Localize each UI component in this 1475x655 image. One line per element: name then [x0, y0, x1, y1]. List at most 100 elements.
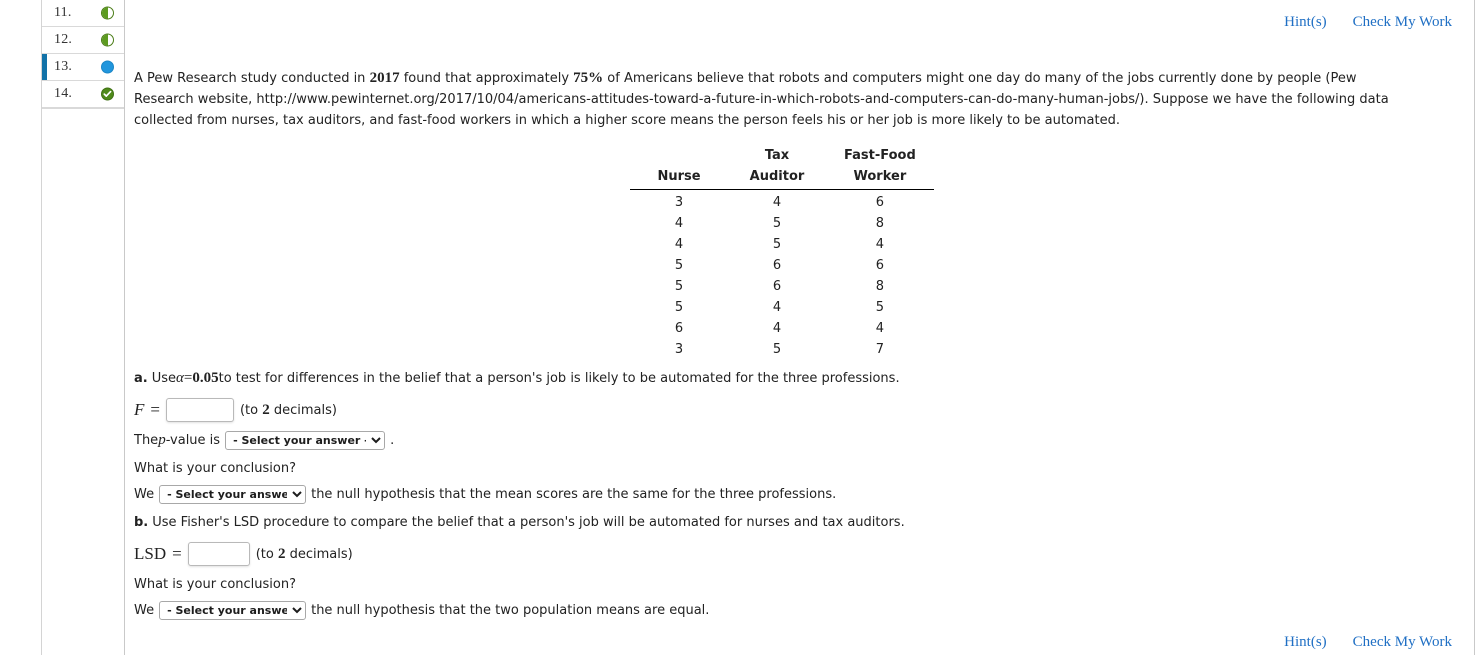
- hints-link-top[interactable]: Hint(s): [1284, 14, 1327, 31]
- question-number-label: 13.: [54, 59, 73, 74]
- conclusion-we-label: We: [134, 487, 155, 502]
- part-b-conclusion-select[interactable]: - Select your answer -: [159, 601, 307, 620]
- f-statistic-input[interactable]: [165, 398, 234, 422]
- current-question-icon: [101, 60, 114, 74]
- f-symbol-label: F: [134, 400, 145, 419]
- intro-text-2: found that approximately: [399, 71, 574, 86]
- cell-tax-auditor: 4: [772, 321, 782, 336]
- f-equals-sign: =: [150, 400, 160, 419]
- p-value-period: .: [390, 433, 395, 448]
- cell-nurse: 3: [674, 342, 684, 357]
- p-value-prefix: The: [134, 433, 159, 448]
- header-line-2: Worker: [853, 169, 907, 184]
- assignment-page: 11. 12. 13. 14. Hint(s) Check My Work A …: [0, 0, 1475, 655]
- lsd-decimals-note: (to 2 decimals): [256, 546, 353, 563]
- part-b-label: b.: [134, 515, 149, 530]
- complete-check-icon: [101, 87, 114, 101]
- toolbar-top: Hint(s) Check My Work: [1284, 14, 1452, 31]
- part-a-conclusion-row: We - Select your answer - the null hypot…: [134, 485, 1406, 504]
- header-line-2: Nurse: [657, 169, 701, 184]
- lsd-symbol-label: LSD: [134, 544, 167, 563]
- check-my-work-link-top[interactable]: Check My Work: [1353, 14, 1452, 31]
- cell-fast-food-worker: 6: [875, 195, 885, 210]
- cell-tax-auditor: 6: [772, 258, 782, 273]
- cell-tax-auditor: 6: [772, 279, 782, 294]
- alpha-symbol: α: [176, 370, 184, 386]
- conclusion-we-label: We: [134, 603, 155, 618]
- f-note-start: (to: [239, 402, 263, 418]
- header-line-1: Fast-Food: [844, 148, 916, 163]
- p-value-label: -value is: [165, 433, 221, 448]
- header-line-2: Auditor: [749, 169, 805, 184]
- f-statistic-row: F = (to 2 decimals): [134, 398, 1406, 422]
- cell-nurse: 4: [674, 216, 684, 231]
- problem-statement: A Pew Research study conducted in 2017 f…: [134, 68, 1406, 131]
- cell-tax-auditor: 5: [772, 216, 782, 231]
- lsd-row: LSD = (to 2 decimals): [134, 542, 1406, 566]
- intro-text-1: A Pew Research study conducted in: [134, 71, 370, 86]
- part-a-conclusion-text: the null hypothesis that the mean scores…: [311, 487, 837, 502]
- part-b-conclusion-row: We - Select your answer - the null hypot…: [134, 601, 1406, 620]
- table-body: 3 4 6 4 5 8 4 5 4 5 6 6 5 6 8 5 4 5 6 4 …: [630, 190, 934, 361]
- part-a-label: a.: [134, 371, 148, 386]
- table-row: 5 6 8: [630, 276, 934, 297]
- part-b-text: Use Fisher's LSD procedure to compare th…: [152, 515, 905, 530]
- part-a-conclusion-select[interactable]: - Select your answer -: [159, 485, 307, 504]
- lsd-note-start: (to: [255, 546, 278, 562]
- sidebar-empty-area: [42, 108, 124, 109]
- cell-tax-auditor: 4: [772, 195, 782, 210]
- hints-link-bottom[interactable]: Hint(s): [1284, 634, 1327, 651]
- lsd-note-end: decimals): [285, 546, 353, 562]
- table-header-row: Nurse Tax Auditor Fast-Food Worker: [630, 145, 934, 190]
- lsd-equals-sign: =: [172, 544, 182, 563]
- p-value-row: The p -value is - Select your answer - .: [134, 431, 1406, 450]
- table-row: 4 5 4: [630, 234, 934, 255]
- cell-tax-auditor: 4: [772, 300, 782, 315]
- table-row: 3 5 7: [630, 339, 934, 360]
- part-a-prompt: a. Use α = 0.05 to test for differences i…: [134, 368, 1406, 389]
- intro-percentage: 75%: [573, 70, 604, 86]
- cell-nurse: 6: [674, 321, 684, 336]
- part-a-text-before: Use: [151, 371, 177, 386]
- table-row: 5 6 6: [630, 255, 934, 276]
- part-a-conclusion-prompt: What is your conclusion?: [134, 461, 296, 476]
- problem-body: A Pew Research study conducted in 2017 f…: [134, 68, 1406, 620]
- column-header-nurse: Nurse: [630, 145, 728, 190]
- cell-nurse: 5: [674, 258, 684, 273]
- data-table: Nurse Tax Auditor Fast-Food Worker 3 4 6…: [630, 145, 934, 360]
- f-decimals-note: (to 2 decimals): [240, 402, 337, 419]
- alpha-equals: =: [183, 370, 193, 386]
- cell-nurse: 4: [674, 237, 684, 252]
- sidebar-item-question-11[interactable]: 11.: [42, 0, 124, 27]
- sidebar-item-question-12[interactable]: 12.: [42, 27, 124, 54]
- part-b-prompt: b. Use Fisher's LSD procedure to compare …: [134, 512, 1406, 533]
- intro-year: 2017: [369, 70, 400, 86]
- cell-fast-food-worker: 8: [875, 216, 885, 231]
- cell-tax-auditor: 5: [772, 342, 782, 357]
- toolbar-bottom: Hint(s) Check My Work: [1284, 634, 1452, 651]
- cell-fast-food-worker: 8: [875, 279, 885, 294]
- partial-progress-icon: [101, 33, 114, 47]
- column-header-fast-food-worker: Fast-Food Worker: [826, 145, 934, 190]
- p-value-select[interactable]: - Select your answer -: [225, 431, 386, 450]
- p-symbol: p: [158, 432, 166, 448]
- cell-nurse: 5: [674, 300, 684, 315]
- table-row: 6 4 4: [630, 318, 934, 339]
- sidebar-item-question-13[interactable]: 13.: [42, 54, 124, 81]
- sidebar-item-question-14[interactable]: 14.: [42, 81, 124, 108]
- lsd-input[interactable]: [187, 542, 250, 566]
- cell-fast-food-worker: 5: [875, 300, 885, 315]
- table-row: 5 4 5: [630, 297, 934, 318]
- question-content-pane: Hint(s) Check My Work A Pew Research stu…: [125, 0, 1475, 655]
- column-header-tax-auditor: Tax Auditor: [728, 145, 826, 190]
- cell-fast-food-worker: 7: [875, 342, 885, 357]
- alpha-value: 0.05: [192, 370, 219, 386]
- cell-tax-auditor: 5: [772, 237, 782, 252]
- check-my-work-link-bottom[interactable]: Check My Work: [1353, 634, 1452, 651]
- f-decimals-count: 2: [262, 401, 270, 418]
- cell-fast-food-worker: 4: [875, 237, 885, 252]
- cell-nurse: 5: [674, 279, 684, 294]
- question-list-sidebar: 11. 12. 13. 14.: [41, 0, 125, 655]
- header-line-1: Tax: [764, 148, 790, 163]
- table-row: 3 4 6: [630, 190, 934, 214]
